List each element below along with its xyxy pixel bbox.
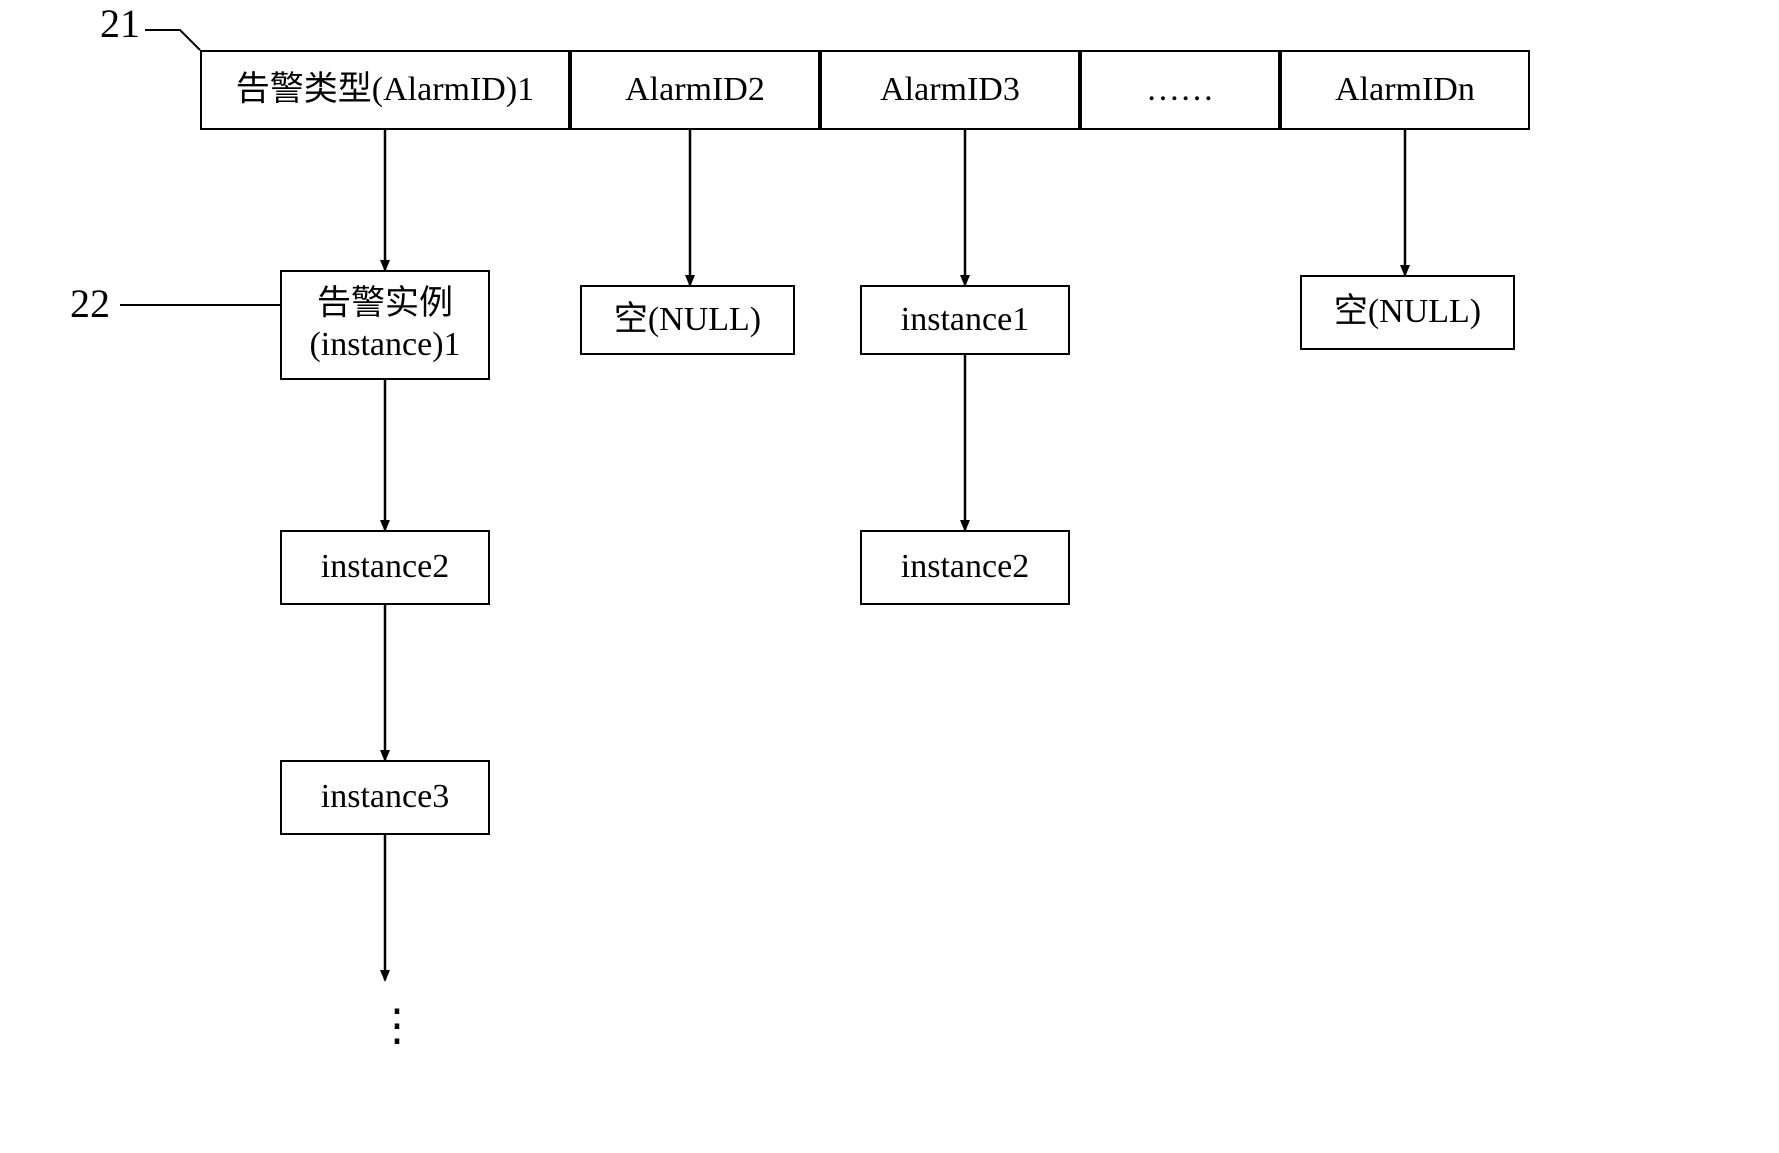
diagram-canvas: 21 22 告警类型(AlarmID)1 AlarmID2 AlarmID3 ……: [0, 0, 1779, 1153]
ref-label-22: 22: [70, 280, 110, 327]
header-cell-alarmid3: AlarmID3: [820, 50, 1080, 130]
col3-instance2: instance2: [860, 530, 1070, 605]
col1-instance1: 告警实例 (instance)1: [280, 270, 490, 380]
col5-null: 空(NULL): [1300, 275, 1515, 350]
header-cell-alarmidn: AlarmIDn: [1280, 50, 1530, 130]
leader-21: [145, 30, 200, 50]
header-cell-alarmid1: 告警类型(AlarmID)1: [200, 50, 570, 130]
col3-instance1: instance1: [860, 285, 1070, 355]
col1-more-dots: ⋮: [375, 1000, 419, 1051]
col2-null: 空(NULL): [580, 285, 795, 355]
header-cell-ellipsis: ……: [1080, 50, 1280, 130]
header-cell-alarmid2: AlarmID2: [570, 50, 820, 130]
col1-instance2: instance2: [280, 530, 490, 605]
col1-instance3: instance3: [280, 760, 490, 835]
ref-label-21: 21: [100, 0, 140, 47]
